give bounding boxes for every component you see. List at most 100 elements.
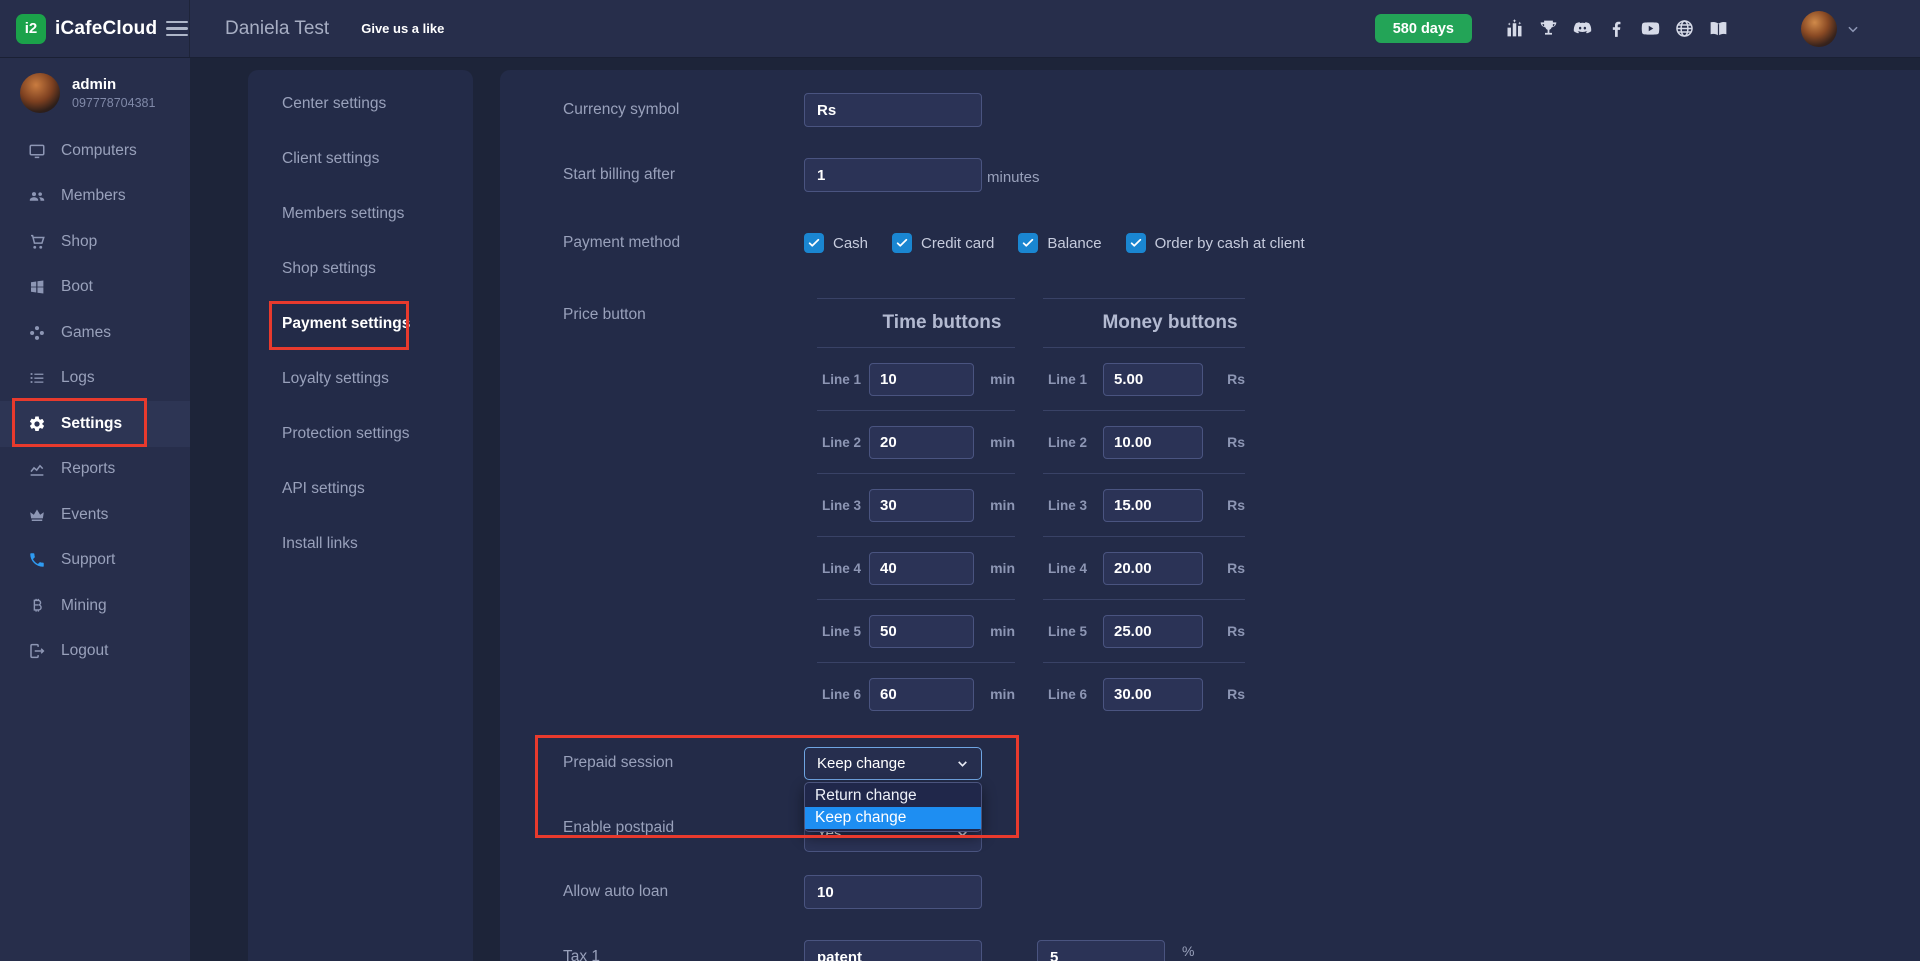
sidebar-item-boot[interactable]: Boot (0, 265, 190, 311)
time-line-4-input[interactable] (869, 552, 974, 585)
money-line-5-input[interactable] (1103, 615, 1203, 648)
time-line-5-input[interactable] (869, 615, 974, 648)
brand-zone: i2 iCafeCloud (0, 0, 190, 57)
percent-suffix: % (1182, 943, 1194, 959)
time-line-2-input[interactable] (869, 426, 974, 459)
checkbox-order-by-cash[interactable]: Order by cash at client (1126, 233, 1305, 253)
facebook-icon[interactable] (1606, 18, 1627, 39)
money-line-6-input[interactable] (1103, 678, 1203, 711)
payment-settings-form: Currency symbol Start billing after minu… (500, 70, 1920, 961)
bitcoin-icon (28, 597, 46, 615)
subscription-days-button[interactable]: 580 days (1375, 14, 1472, 43)
sidebar-user: admin 097778704381 (0, 57, 190, 113)
allow-auto-loan-input[interactable] (804, 875, 982, 909)
money-buttons-table: Money buttons Line 1Rs Line 2Rs Line 3Rs… (1043, 298, 1245, 725)
enable-postpaid-label: Enable postpaid (563, 817, 674, 839)
settings-nav-members[interactable]: Members settings (248, 186, 473, 241)
gamepad-icon (28, 324, 46, 342)
sidebar-item-events[interactable]: Events (0, 492, 190, 538)
money-line-2-input[interactable] (1103, 426, 1203, 459)
sidebar-item-reports[interactable]: Reports (0, 447, 190, 493)
settings-nav-client[interactable]: Client settings (248, 131, 473, 186)
sidebar-item-logs[interactable]: Logs (0, 356, 190, 402)
prepaid-session-select[interactable]: Keep change (804, 747, 982, 780)
table-row: Line 1Rs (1043, 348, 1245, 410)
icafecloud-admin: i2 iCafeCloud Daniela Test Give us a lik… (0, 0, 1920, 961)
admin-avatar[interactable] (20, 73, 60, 113)
globe-icon[interactable] (1674, 18, 1695, 39)
currency-symbol-input[interactable] (804, 93, 982, 127)
chart-line-icon (28, 460, 46, 478)
allow-auto-loan-label: Allow auto loan (563, 881, 668, 903)
time-buttons-header: Time buttons (817, 298, 1015, 348)
tax1-name-input[interactable] (804, 940, 982, 961)
chevron-down-icon (956, 757, 969, 770)
time-buttons-table: Time buttons Line 1min Line 2min Line 3m… (817, 298, 1015, 725)
admin-name: admin (72, 76, 155, 94)
tax1-rate-input[interactable] (1037, 940, 1165, 961)
money-line-1-input[interactable] (1103, 363, 1203, 396)
checkbox-balance[interactable]: Balance (1018, 233, 1101, 253)
youtube-icon[interactable] (1640, 18, 1661, 39)
settings-nav-payment[interactable]: Payment settings (248, 296, 473, 351)
sidebar-item-mining[interactable]: Mining (0, 583, 190, 629)
settings-nav-api[interactable]: API settings (248, 461, 473, 516)
windows-icon (28, 278, 46, 296)
payment-method-label: Payment method (563, 232, 680, 254)
admin-phone: 097778704381 (72, 96, 155, 110)
checked-checkbox-icon (1018, 233, 1038, 253)
time-line-1-input[interactable] (869, 363, 974, 396)
money-line-3-input[interactable] (1103, 489, 1203, 522)
table-row: Line 4min (817, 536, 1015, 599)
chevron-down-icon[interactable] (1846, 22, 1860, 36)
start-billing-label: Start billing after (563, 164, 675, 186)
user-avatar[interactable] (1801, 11, 1837, 47)
topbar-icons (1504, 18, 1729, 39)
table-row: Line 2min (817, 410, 1015, 473)
time-line-6-input[interactable] (869, 678, 974, 711)
brand-name: iCafeCloud (55, 18, 157, 40)
icafecloud-logo: i2 (16, 14, 46, 44)
discord-icon[interactable] (1572, 18, 1593, 39)
checked-checkbox-icon (804, 233, 824, 253)
sidebar-item-settings[interactable]: Settings (0, 401, 190, 447)
settings-nav-loyalty[interactable]: Loyalty settings (248, 351, 473, 406)
settings-nav-install[interactable]: Install links (248, 516, 473, 571)
users-icon (28, 187, 46, 205)
minutes-suffix: minutes (987, 169, 1040, 186)
option-return-change[interactable]: Return change (805, 785, 981, 807)
topbar: i2 iCafeCloud Daniela Test Give us a lik… (0, 0, 1920, 58)
table-row: Line 2Rs (1043, 410, 1245, 473)
guide-book-icon[interactable] (1708, 18, 1729, 39)
checkbox-cash[interactable]: Cash (804, 233, 868, 253)
gear-icon (28, 415, 46, 433)
ranking-icon[interactable] (1504, 18, 1525, 39)
sidebar-item-games[interactable]: Games (0, 310, 190, 356)
sidebar-item-members[interactable]: Members (0, 174, 190, 220)
topbar-main: Daniela Test Give us a like 580 days (190, 0, 1920, 57)
settings-nav-panel: Center settings Client settings Members … (248, 70, 473, 961)
settings-nav-center[interactable]: Center settings (248, 76, 473, 131)
trophy-icon[interactable] (1538, 18, 1559, 39)
sidebar-item-support[interactable]: Support (0, 538, 190, 584)
prepaid-session-label: Prepaid session (563, 752, 673, 774)
cart-icon (28, 233, 46, 251)
time-line-3-input[interactable] (869, 489, 974, 522)
settings-nav-protection[interactable]: Protection settings (248, 406, 473, 461)
sidebar-item-logout[interactable]: Logout (0, 629, 190, 675)
table-row: Line 4Rs (1043, 536, 1245, 599)
sidebar-item-computers[interactable]: Computers (0, 128, 190, 174)
table-row: Line 5Rs (1043, 599, 1245, 662)
tax1-label: Tax 1 (563, 946, 600, 961)
give-us-a-like-link[interactable]: Give us a like (361, 21, 444, 36)
money-line-4-input[interactable] (1103, 552, 1203, 585)
option-keep-change[interactable]: Keep change (805, 807, 981, 829)
checkbox-credit-card[interactable]: Credit card (892, 233, 994, 253)
sidebar-item-shop[interactable]: Shop (0, 219, 190, 265)
checked-checkbox-icon (892, 233, 912, 253)
center-name: Daniela Test (225, 18, 329, 40)
currency-symbol-label: Currency symbol (563, 99, 679, 121)
settings-nav-shop[interactable]: Shop settings (248, 241, 473, 296)
menu-toggle-icon[interactable] (166, 21, 188, 37)
start-billing-input[interactable] (804, 158, 982, 192)
